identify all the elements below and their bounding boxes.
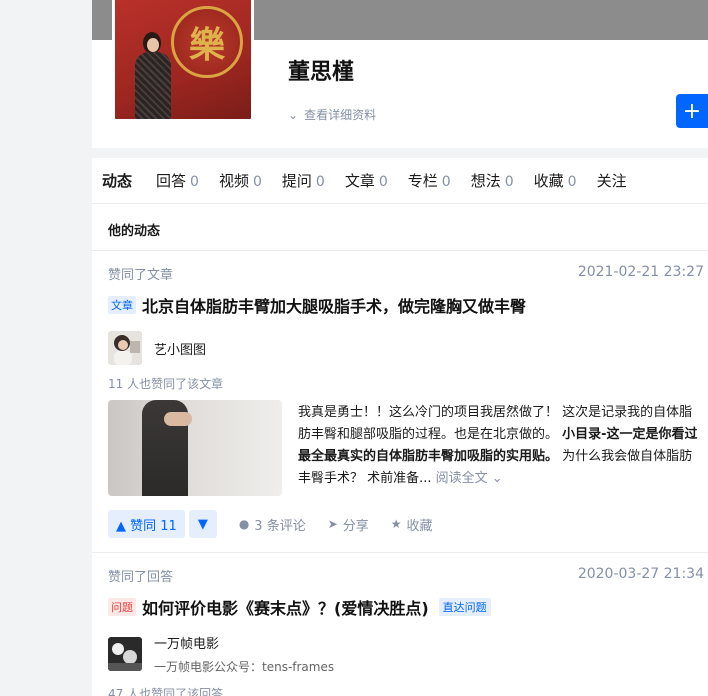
item-title-line: 问题 如何评价电影《赛末点》？(爱情决胜点) 直达问题 <box>108 595 704 619</box>
article-summary: 我真是勇士！！这么冷门的项目我居然做了！ 这次是记录我的自体脂肪丰臀和腿部吸脂的… <box>108 400 704 496</box>
item-title[interactable]: 如何评价电影《赛末点》？(爱情决胜点) <box>142 595 429 619</box>
downvote-button[interactable]: ▼ <box>188 510 217 538</box>
plus-icon: + <box>682 98 702 124</box>
tab-videos[interactable]: 视频 0 <box>219 170 262 191</box>
profile-name: 董思槿 <box>288 60 355 85</box>
follow-button[interactable]: + <box>676 94 708 128</box>
collect-button[interactable]: ★ 收藏 <box>391 515 433 534</box>
star-icon: ★ <box>390 517 402 531</box>
avatar-seal: 樂 <box>171 6 243 78</box>
item-action: 赞同了文章 <box>108 268 174 283</box>
profile-tabs: 动态 回答 0 视频 0 提问 0 文章 0 专栏 0 想法 0 收藏 0 关注 <box>92 158 708 204</box>
author-headline: 一万帧电影公众号：tens-frames <box>154 660 335 674</box>
tab-columns[interactable]: 专栏 0 <box>408 170 451 191</box>
divider <box>92 250 708 251</box>
section-title: 他的动态 <box>108 224 161 239</box>
author-avatar[interactable] <box>108 637 142 671</box>
author-name[interactable]: 艺小图图 <box>154 339 206 358</box>
article-thumbnail[interactable] <box>108 400 282 496</box>
vote-group: ▲ 赞同 11 ▼ <box>108 510 217 538</box>
author-line: 艺小图图 <box>108 331 704 365</box>
type-tag-article: 文章 <box>108 296 136 314</box>
article-excerpt[interactable]: 我真是勇士！！这么冷门的项目我居然做了！ 这次是记录我的自体脂肪丰臀和腿部吸脂的… <box>298 400 704 496</box>
item-time: 2021-02-21 23:27 <box>577 264 704 280</box>
author-name[interactable]: 一万帧电影 <box>154 633 334 652</box>
read-more-link[interactable]: 阅读全文 ⌄ <box>436 471 503 486</box>
agree-count: 47 人也赞同了该回答 <box>108 687 224 696</box>
agree-count: 11 人也赞同了该文章 <box>108 377 224 391</box>
item-meta: 赞同了文章 2021-02-21 23:27 <box>108 264 704 283</box>
item-meta: 赞同了回答 2020-03-27 21:34 <box>108 566 704 585</box>
share-button[interactable]: ➤ 分享 <box>328 515 369 534</box>
feed-item-answer: 赞同了回答 2020-03-27 21:34 问题 如何评价电影《赛末点》？(爱… <box>108 566 704 696</box>
tab-answers[interactable]: 回答 0 <box>156 170 199 191</box>
tab-questions[interactable]: 提问 0 <box>282 170 325 191</box>
item-actions: ▲ 赞同 11 ▼ ● 3 条评论 ➤ 分享 ★ 收藏 <box>108 510 704 538</box>
profile-header: 樂 董思槿 ⌄ 查看详细资料 + <box>92 0 708 148</box>
share-icon: ➤ <box>327 517 338 531</box>
item-action: 赞同了回答 <box>108 570 174 585</box>
tab-thoughts[interactable]: 想法 0 <box>471 170 514 191</box>
tab-following[interactable]: 关注 <box>597 170 631 191</box>
activity-card: 动态 回答 0 视频 0 提问 0 文章 0 专栏 0 想法 0 收藏 0 关注 他的动态 赞… <box>92 158 708 696</box>
item-title-line: 文章 北京自体脂肪丰臂加大腿吸脂手术，做完隆胸又做丰臀 <box>108 293 704 317</box>
comment-button[interactable]: ● 3 条评论 <box>239 515 306 534</box>
author-avatar[interactable] <box>108 331 142 365</box>
view-detail-label: 查看详细资料 <box>304 108 377 122</box>
upvote-button[interactable]: ▲ 赞同 11 <box>108 510 185 538</box>
item-title[interactable]: 北京自体脂肪丰臂加大腿吸脂手术，做完隆胸又做丰臀 <box>142 293 526 317</box>
type-tag-question: 问题 <box>108 598 136 616</box>
direct-question-link[interactable]: 直达问题 <box>438 598 491 616</box>
tab-collections[interactable]: 收藏 0 <box>534 170 577 191</box>
author-avatar-image <box>108 331 142 365</box>
tab-activity[interactable]: 动态 <box>102 170 136 191</box>
divider <box>92 552 708 553</box>
tab-articles[interactable]: 文章 0 <box>345 170 388 191</box>
item-time: 2020-03-27 21:34 <box>577 566 704 582</box>
chevron-down-icon: ⌄ <box>288 107 299 122</box>
author-line: 一万帧电影 一万帧电影公众号：tens-frames <box>108 633 704 675</box>
profile-avatar[interactable]: 樂 <box>112 0 254 122</box>
avatar-figure <box>135 32 171 119</box>
comment-icon: ● <box>238 517 250 531</box>
feed-item-article: 赞同了文章 2021-02-21 23:27 文章 北京自体脂肪丰臂加大腿吸脂手… <box>108 264 704 538</box>
author-avatar-image <box>108 637 142 671</box>
view-detail-link[interactable]: ⌄ 查看详细资料 <box>288 106 376 123</box>
